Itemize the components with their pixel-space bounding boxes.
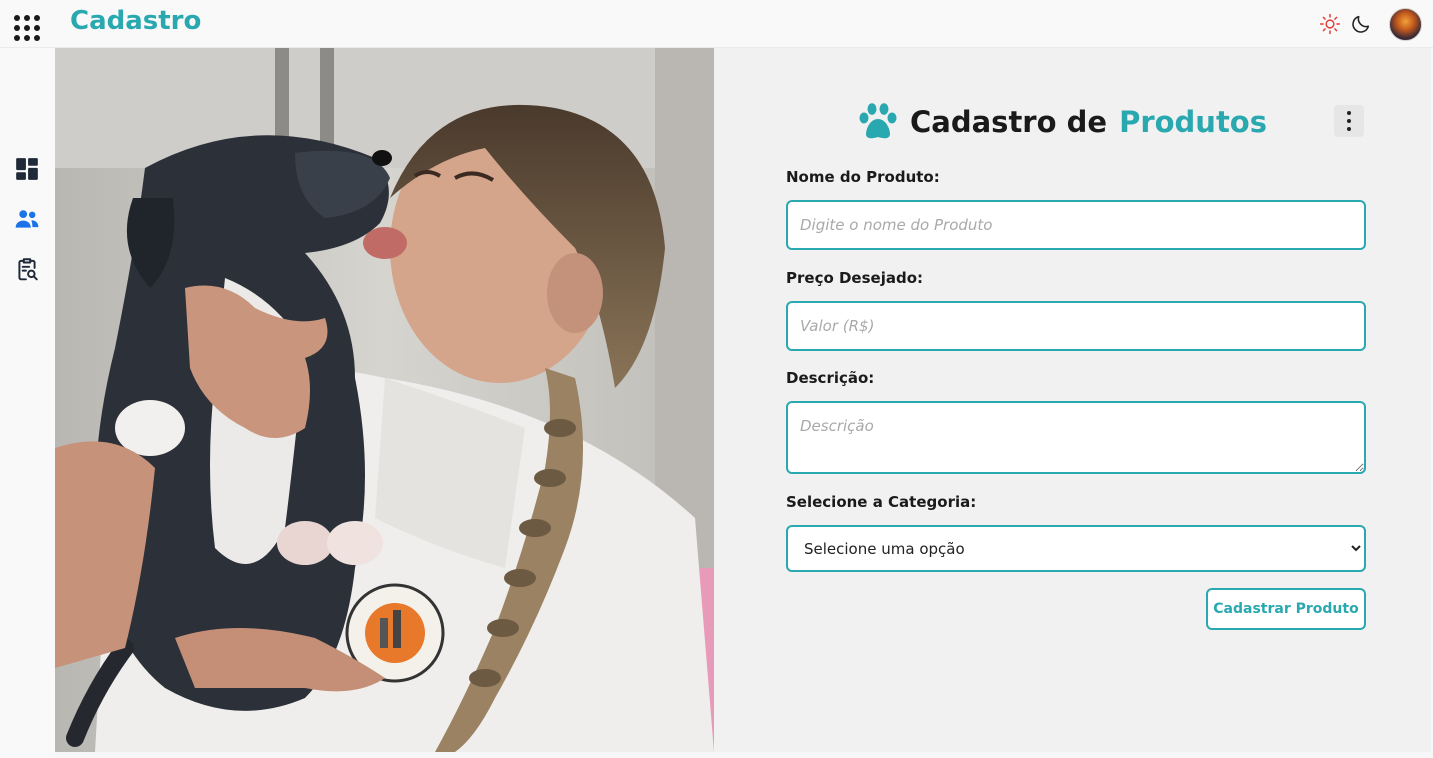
- top-bar: Cadastro: [0, 0, 1433, 48]
- product-form-panel: Cadastro de Produtos Nome do Produto: Pr…: [714, 48, 1431, 752]
- hero-photo-woman-with-puppy: [55, 48, 714, 752]
- category-label: Selecione a Categoria:: [786, 493, 977, 511]
- moon-icon[interactable]: [1350, 13, 1372, 35]
- price-label: Preço Desejado:: [786, 269, 924, 287]
- product-name-input[interactable]: [786, 200, 1366, 250]
- form-title: Cadastro de Produtos: [858, 102, 1267, 142]
- description-textarea[interactable]: [786, 401, 1366, 474]
- dashboard-icon[interactable]: [14, 156, 40, 182]
- more-vertical-icon[interactable]: [1334, 105, 1364, 137]
- submit-product-button[interactable]: Cadastrar Produto: [1206, 588, 1366, 630]
- category-select[interactable]: Selecione uma opção: [786, 525, 1366, 572]
- app-title: Cadastro: [70, 6, 202, 36]
- users-icon[interactable]: [14, 206, 40, 232]
- name-label: Nome do Produto:: [786, 168, 940, 186]
- sun-icon[interactable]: [1319, 13, 1341, 35]
- sidebar: [0, 48, 55, 758]
- price-input[interactable]: [786, 301, 1366, 351]
- form-title-part2: Produtos: [1119, 105, 1267, 139]
- apps-grid-icon[interactable]: [14, 15, 40, 41]
- description-label: Descrição:: [786, 369, 875, 387]
- avatar[interactable]: [1389, 8, 1422, 41]
- form-title-part1: Cadastro de: [910, 105, 1108, 139]
- clipboard-search-icon[interactable]: [14, 256, 40, 282]
- paw-icon: [859, 103, 897, 139]
